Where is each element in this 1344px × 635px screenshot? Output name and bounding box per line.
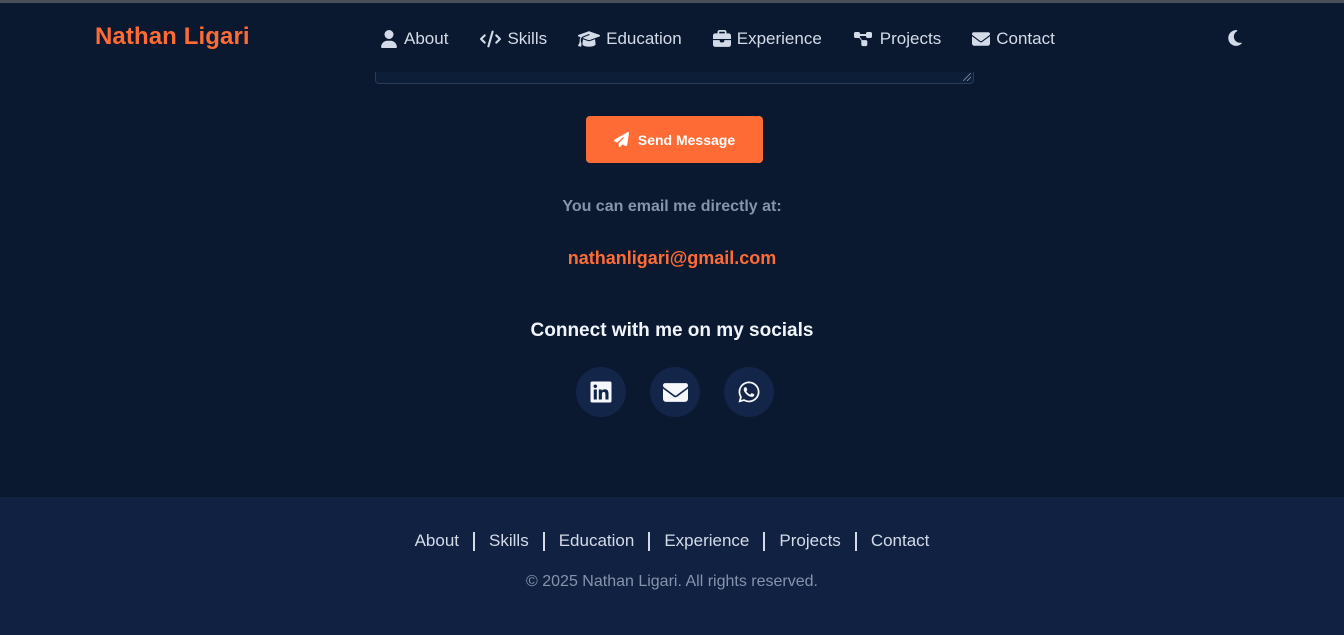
brand-logo[interactable]: Nathan Ligari	[95, 23, 250, 51]
briefcase-icon	[712, 30, 731, 48]
envelope-icon	[662, 380, 688, 405]
email-social-button[interactable]	[650, 367, 700, 417]
nav-link-label: Education	[606, 29, 682, 48]
footer-link-contact[interactable]: Contact	[871, 531, 930, 551]
footer-link-about[interactable]: About	[415, 531, 459, 551]
direct-email-label: You can email me directly at:	[562, 198, 782, 215]
footer-divider	[473, 531, 476, 551]
moon-icon	[1226, 29, 1244, 47]
copyright-text: © 2025 Nathan Ligari. All rights reserve…	[526, 573, 818, 590]
footer-divider	[542, 531, 545, 551]
nav-link-education[interactable]: Education	[578, 27, 682, 51]
footer-divider	[648, 531, 651, 551]
nav-link-contact[interactable]: Contact	[972, 27, 1055, 51]
user-icon	[380, 30, 398, 48]
resize-handle[interactable]	[963, 73, 971, 81]
footer: About Skills Education Experience Projec…	[0, 497, 1344, 635]
whatsapp-button[interactable]	[724, 367, 774, 417]
nav-link-projects[interactable]: Projects	[853, 27, 942, 51]
email-link[interactable]: nathanligari@gmail.com	[0, 248, 1344, 269]
nav-link-about[interactable]: About	[380, 27, 448, 51]
nav-link-label: Experience	[736, 29, 822, 48]
nav-link-label: Contact	[996, 29, 1055, 48]
code-icon	[480, 30, 502, 48]
footer-link-experience[interactable]: Experience	[664, 531, 749, 551]
footer-links: About Skills Education Experience Projec…	[0, 531, 1344, 551]
nav-link-label: Projects	[879, 29, 942, 48]
footer-link-projects[interactable]: Projects	[779, 531, 840, 551]
project-diagram-icon	[853, 30, 874, 48]
socials-heading: Connect with me on my socials	[530, 320, 814, 341]
navbar: Nathan Ligari About Skills Education Exp…	[0, 3, 1344, 72]
footer-divider	[854, 531, 857, 551]
footer-link-education[interactable]: Education	[559, 531, 635, 551]
whatsapp-icon	[738, 380, 760, 404]
paper-plane-icon	[613, 132, 629, 147]
footer-divider	[763, 531, 766, 551]
nav-link-experience[interactable]: Experience	[712, 27, 822, 51]
nav-link-label: About	[404, 29, 449, 48]
nav-links: About Skills Education Experience Projec…	[380, 27, 1055, 51]
nav-link-label: Skills	[507, 29, 548, 48]
footer-link-skills[interactable]: Skills	[489, 531, 529, 551]
linkedin-button[interactable]	[576, 367, 626, 417]
theme-toggle-button[interactable]	[1224, 27, 1246, 49]
envelope-icon	[972, 30, 991, 48]
send-message-button[interactable]: Send Message	[586, 116, 763, 163]
nav-link-skills[interactable]: Skills	[480, 27, 547, 51]
send-message-label: Send Message	[637, 131, 736, 148]
linkedin-icon	[590, 380, 612, 404]
graduation-cap-icon	[578, 30, 601, 48]
